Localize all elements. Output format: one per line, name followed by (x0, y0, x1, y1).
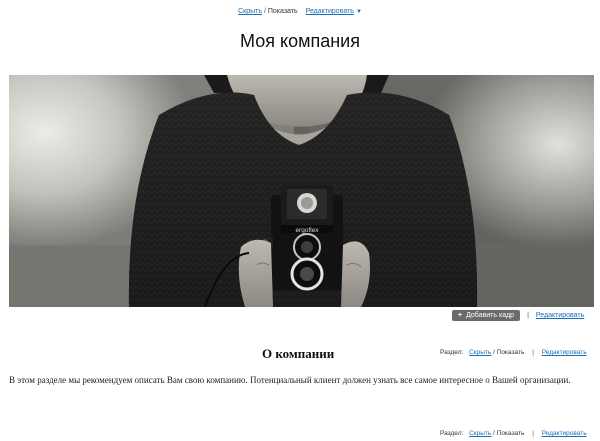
show-label[interactable]: Показать (268, 8, 298, 15)
hide-section-link[interactable]: Скрыть (469, 349, 491, 356)
add-frame-label: Добавить кадр (466, 312, 515, 319)
separator-bar: | (532, 349, 534, 356)
section-controls: Раздел: Скрыть / Показать | Редактироват… (440, 349, 587, 356)
hero-banner-image: ergoflex (9, 75, 594, 307)
chevron-down-icon[interactable]: ▼ (356, 9, 362, 15)
separator-bar: | (532, 430, 534, 437)
next-section-controls: Раздел: Скрыть / Показать | Редактироват… (440, 430, 587, 437)
section-label: Раздел: (440, 430, 464, 437)
site-title: Моя компания (240, 31, 360, 51)
section-body-text: В этом разделе мы рекомендуем описать Ва… (9, 375, 571, 385)
section-label: Раздел: (440, 349, 464, 356)
section-title: О компании (262, 346, 335, 361)
edit-dropdown-link[interactable]: Редактировать (306, 8, 354, 15)
separator: / (493, 430, 495, 437)
hide-section-link[interactable]: Скрыть (469, 430, 491, 437)
page: Скрыть / Показать Редактировать ▼ Моя ком… (0, 0, 600, 441)
edit-section-link[interactable]: Редактировать (542, 349, 587, 356)
top-visibility-controls: Скрыть / Показать Редактировать ▼ (0, 8, 600, 15)
separator: / (263, 8, 266, 15)
banner-controls: + Добавить кадр | Редактировать (452, 310, 584, 321)
plus-icon: + (458, 312, 463, 319)
edit-section-link[interactable]: Редактировать (542, 430, 587, 437)
camera-brand-text: ergoflex (295, 227, 319, 234)
add-frame-button[interactable]: + Добавить кадр (452, 310, 521, 321)
separator: / (493, 349, 495, 356)
edit-banner-link[interactable]: Редактировать (536, 312, 584, 319)
hide-link[interactable]: Скрыть (238, 8, 262, 15)
show-section-label[interactable]: Показать (497, 430, 525, 437)
show-section-label[interactable]: Показать (497, 349, 525, 356)
separator: | (527, 312, 529, 319)
